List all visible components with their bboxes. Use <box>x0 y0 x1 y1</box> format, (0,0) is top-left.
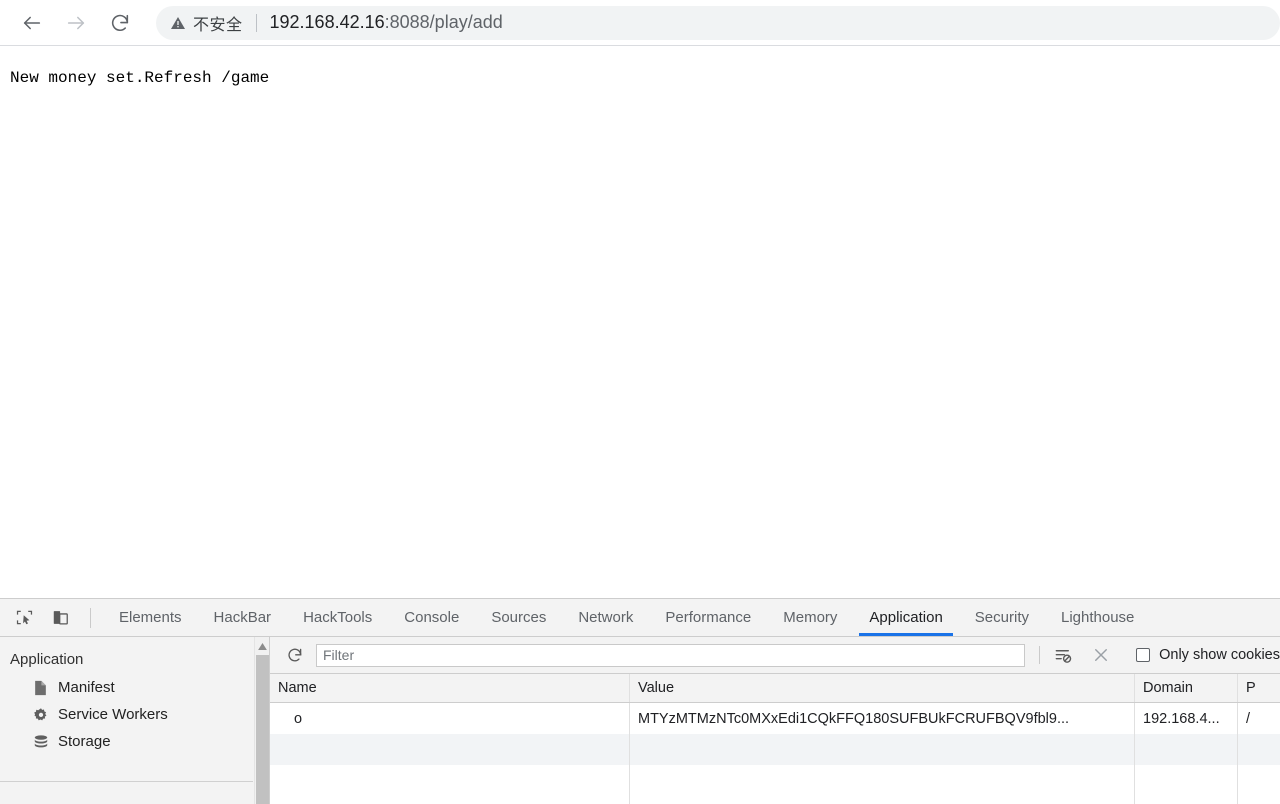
column-header-path[interactable]: P <box>1238 674 1280 702</box>
sidebar-item-manifest[interactable]: Manifest <box>0 674 269 701</box>
sidebar-item-label: Service Workers <box>58 706 168 723</box>
refresh-icon <box>288 648 302 662</box>
forward-button[interactable] <box>56 3 96 43</box>
tab-hackbar[interactable]: HackBar <box>198 599 288 636</box>
reload-button[interactable] <box>100 3 140 43</box>
cell-empty <box>270 734 630 765</box>
table-row[interactable]: o MTYzMTMzNTc0MXxEdi1CQkFFQ180SUFBUkFCRU… <box>270 703 1280 734</box>
cell-cookie-value[interactable]: MTYzMTMzNTc0MXxEdi1CQkFFQ180SUFBUkFCRUFB… <box>630 703 1135 734</box>
tab-elements[interactable]: Elements <box>103 599 198 636</box>
device-toolbar-icon <box>53 611 68 625</box>
cell-empty <box>1238 765 1280 804</box>
sidebar-item-storage[interactable]: Storage <box>0 728 269 755</box>
url-host: 192.168.42.16 <box>269 12 385 32</box>
url-text: 192.168.42.16:8088/play/add <box>270 12 503 33</box>
tab-application[interactable]: Application <box>853 599 958 636</box>
toolbar-divider <box>1039 646 1041 664</box>
inspect-element-button[interactable] <box>10 604 38 632</box>
table-header-row: Name Value Domain P <box>270 674 1280 703</box>
cookies-pane: Only show cookies Name Value Domain P o … <box>270 637 1280 804</box>
arrow-right-icon <box>67 16 85 29</box>
caret-up-glyph <box>258 642 267 650</box>
security-chip[interactable]: 不安全 <box>170 11 243 35</box>
sidebar-section-application: Application <box>10 651 84 668</box>
document-icon <box>32 679 49 696</box>
checkbox-box[interactable] <box>1136 648 1151 662</box>
scroll-up-arrow-icon[interactable] <box>255 639 269 653</box>
application-sidebar: Application Manifest Service Workers Sto… <box>0 637 270 804</box>
tab-hacktools[interactable]: HackTools <box>287 599 388 636</box>
tab-memory[interactable]: Memory <box>767 599 853 636</box>
filter-input[interactable] <box>316 643 1026 667</box>
tab-sources[interactable]: Sources <box>475 599 562 636</box>
reload-icon <box>111 14 129 31</box>
sidebar-scrollbar[interactable] <box>254 637 269 804</box>
inspect-cursor-icon <box>16 610 32 625</box>
cell-empty <box>270 765 630 804</box>
gear-icon <box>32 706 49 723</box>
page-viewport: New money set.Refresh /game <box>0 47 1280 598</box>
devtools-panel: Elements HackBar HackTools Console Sourc… <box>0 598 1280 804</box>
cell-empty <box>630 734 1135 765</box>
sidebar-divider <box>0 781 253 782</box>
close-icon <box>1095 649 1108 661</box>
cell-cookie-name[interactable]: o <box>270 703 630 734</box>
cell-cookie-domain[interactable]: 192.168.4... <box>1135 703 1238 734</box>
sidebar-item-label: Manifest <box>58 679 115 696</box>
only-show-cookies-checkbox[interactable]: Only show cookies <box>1136 647 1280 663</box>
clear-all-cookies-button[interactable] <box>1088 642 1114 668</box>
scrollbar-thumb[interactable] <box>256 655 269 804</box>
url-path: :8088/play/add <box>384 12 503 32</box>
table-row-empty <box>270 765 1280 804</box>
toggle-device-toolbar-button[interactable] <box>46 604 74 632</box>
sidebar-item-service-workers[interactable]: Service Workers <box>0 701 269 728</box>
address-bar-divider <box>255 13 257 32</box>
clear-filtered-icon <box>1055 649 1071 663</box>
refresh-cookies-button[interactable] <box>282 642 308 668</box>
cell-empty <box>1135 734 1238 765</box>
sidebar-item-label: Storage <box>58 733 111 750</box>
database-glyph <box>34 734 47 747</box>
table-row-empty <box>270 734 1280 765</box>
cell-cookie-path[interactable]: / <box>1238 703 1280 734</box>
column-header-value[interactable]: Value <box>630 674 1135 702</box>
cookies-toolbar: Only show cookies <box>270 637 1280 674</box>
gear-glyph <box>33 707 46 720</box>
devtools-body: Application Manifest Service Workers Sto… <box>0 637 1280 804</box>
tab-security[interactable]: Security <box>959 599 1045 636</box>
browser-toolbar: 不安全 192.168.42.16:8088/play/add <box>0 0 1280 46</box>
column-header-name[interactable]: Name <box>270 674 630 702</box>
toolbar-divider <box>90 607 91 628</box>
tab-lighthouse[interactable]: Lighthouse <box>1045 599 1150 636</box>
devtools-tabbar: Elements HackBar HackTools Console Sourc… <box>0 599 1280 637</box>
column-header-domain[interactable]: Domain <box>1135 674 1238 702</box>
warning-triangle-icon <box>171 16 185 29</box>
cell-empty <box>1238 734 1280 765</box>
page-body-text: New money set.Refresh /game <box>10 69 270 87</box>
cell-empty <box>630 765 1135 804</box>
database-icon <box>32 733 49 750</box>
only-show-cookies-label: Only show cookies <box>1159 647 1280 663</box>
document-glyph <box>35 680 46 695</box>
cookies-table: Name Value Domain P o MTYzMTMzNTc0MXxEdi… <box>270 674 1280 804</box>
cell-empty <box>1135 765 1238 804</box>
clear-filtered-cookies-button[interactable] <box>1050 642 1076 668</box>
tab-performance[interactable]: Performance <box>649 599 767 636</box>
security-status-text: 不安全 <box>193 16 243 34</box>
arrow-left-icon <box>23 16 41 29</box>
address-bar[interactable]: 不安全 192.168.42.16:8088/play/add <box>156 5 1280 40</box>
tab-network[interactable]: Network <box>562 599 649 636</box>
tab-console[interactable]: Console <box>388 599 475 636</box>
back-button[interactable] <box>12 3 52 43</box>
